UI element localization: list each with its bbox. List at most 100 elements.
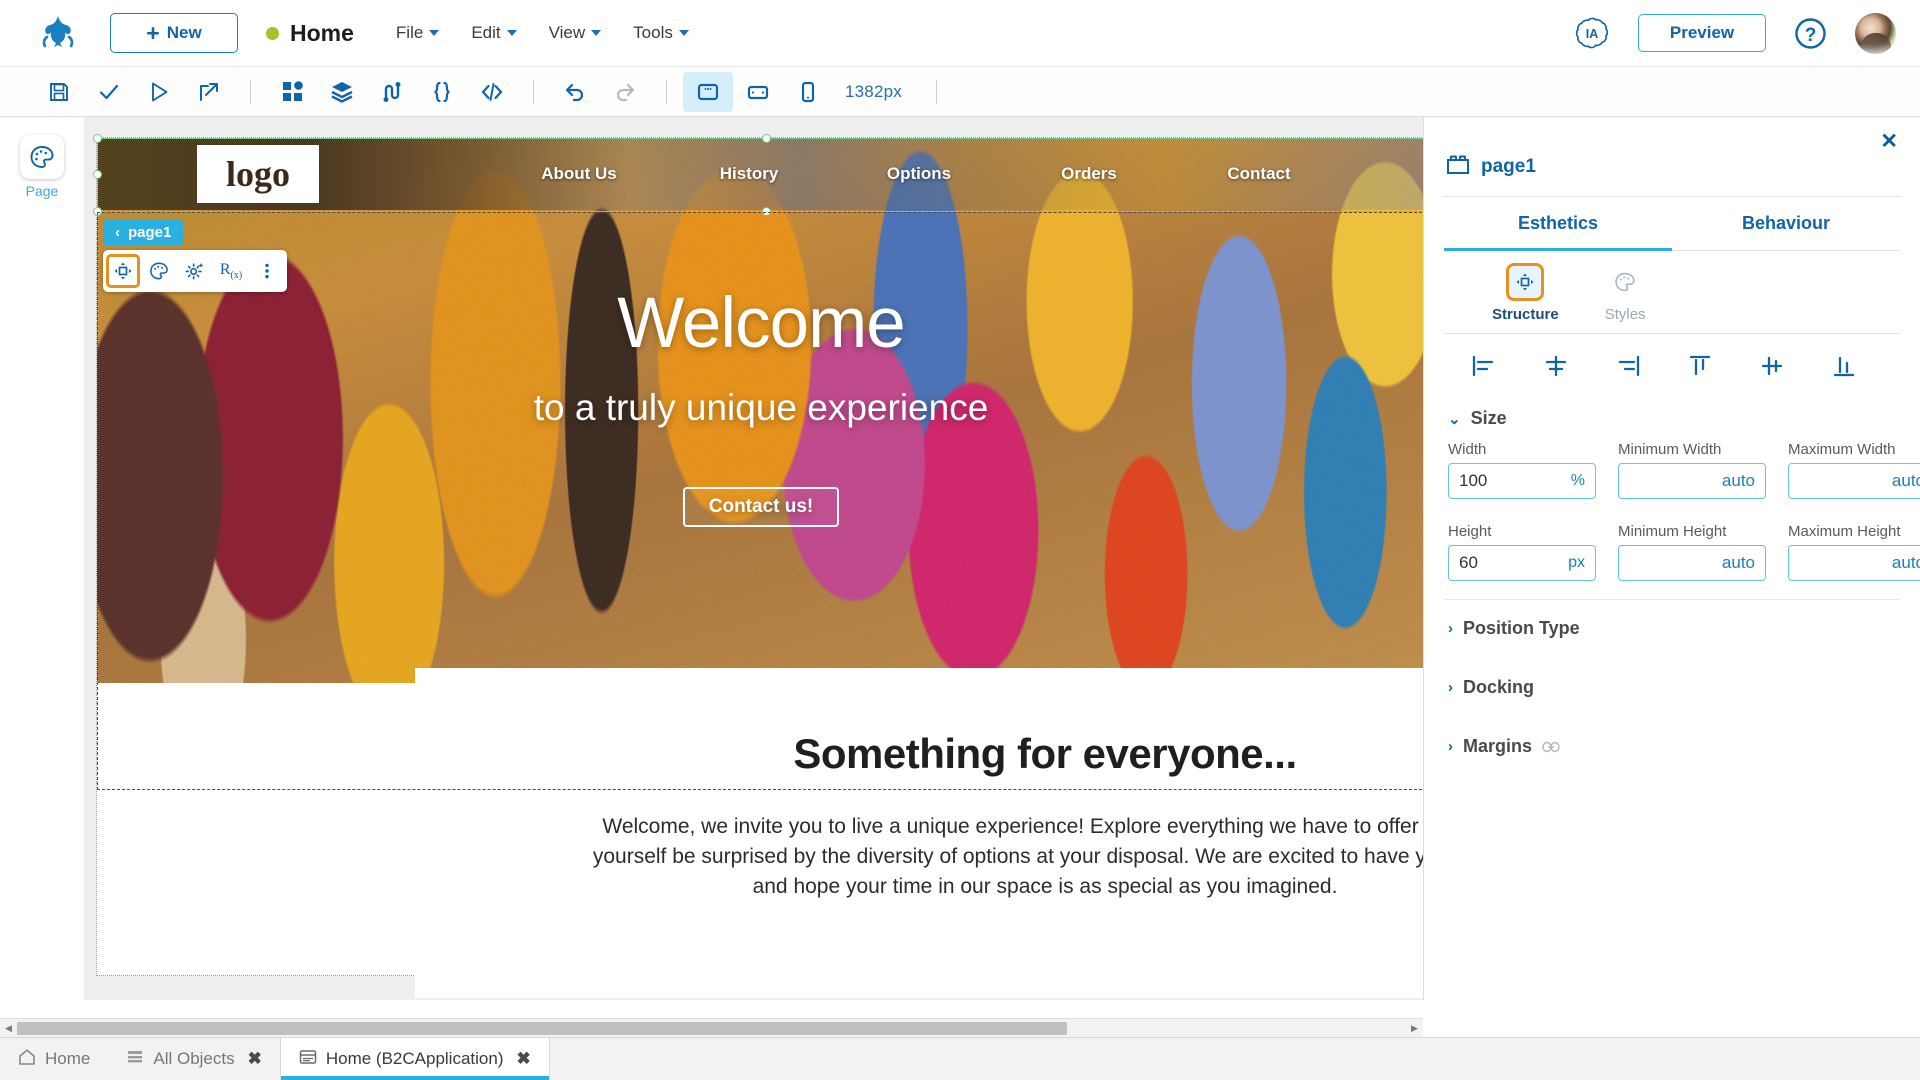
width-unit: % bbox=[1570, 472, 1585, 489]
desktop-icon[interactable] bbox=[683, 71, 733, 112]
selection-chip-page1[interactable]: ‹ page1 bbox=[103, 220, 184, 245]
menu-bar: File Edit View Tools bbox=[396, 23, 689, 43]
section-size-title: Size bbox=[1470, 408, 1507, 428]
max-width-input[interactable]: auto bbox=[1788, 463, 1920, 499]
site-logo[interactable]: logo bbox=[197, 145, 319, 203]
scroll-left-arrow[interactable]: ◀ bbox=[0, 1023, 17, 1034]
bottom-tab-bar: Home All Objects ✖ Home (B2CApplication)… bbox=[0, 1037, 1920, 1080]
link-icon[interactable] bbox=[1542, 741, 1560, 753]
bottom-tab-home-b2capplication[interactable]: Home (B2CApplication) ✖ bbox=[279, 1038, 550, 1080]
width-input[interactable]: 100 % bbox=[1448, 463, 1596, 499]
bottom-tab-all-objects[interactable]: All Objects ✖ bbox=[108, 1038, 280, 1080]
check-icon[interactable] bbox=[84, 72, 134, 112]
home-icon bbox=[18, 1048, 36, 1071]
floating-element-toolbar: R(x) bbox=[103, 250, 287, 292]
chevron-down-icon bbox=[591, 30, 602, 36]
min-width-input[interactable]: auto bbox=[1618, 463, 1766, 499]
close-icon[interactable]: ✖ bbox=[248, 1049, 262, 1069]
save-icon[interactable] bbox=[34, 72, 84, 112]
chevron-right-icon: › bbox=[1448, 679, 1453, 696]
tab-behaviour[interactable]: Behaviour bbox=[1672, 197, 1900, 251]
mobile-icon[interactable] bbox=[783, 72, 833, 112]
nav-link-history[interactable]: History bbox=[664, 164, 834, 184]
hero-contact-button[interactable]: Contact us! bbox=[683, 487, 839, 527]
preview-button[interactable]: Preview bbox=[1638, 14, 1766, 52]
page-status: Home bbox=[266, 20, 354, 47]
nav-link-about-us[interactable]: About Us bbox=[494, 164, 664, 184]
scrollbar-thumb[interactable] bbox=[17, 1021, 1067, 1035]
move-resize-icon[interactable] bbox=[106, 254, 140, 288]
content-card[interactable]: Something for everyone... Welcome, we in… bbox=[415, 668, 1423, 998]
code-icon[interactable] bbox=[467, 72, 517, 112]
chevron-down-icon bbox=[429, 30, 440, 36]
section-margins[interactable]: › Margins bbox=[1424, 704, 1920, 763]
rail-item-page[interactable]: Page bbox=[0, 135, 84, 199]
close-icon[interactable]: ✖ bbox=[517, 1049, 531, 1069]
deploy-icon[interactable] bbox=[184, 72, 234, 112]
undo-icon[interactable] bbox=[550, 72, 600, 112]
menu-tools[interactable]: Tools bbox=[633, 23, 689, 43]
section-docking[interactable]: › Docking bbox=[1424, 645, 1920, 704]
canvas-area[interactable]: logo About Us History Options Orders Con… bbox=[84, 117, 1423, 1000]
question-mark-icon[interactable]: ? bbox=[1794, 17, 1827, 50]
menu-file[interactable]: File bbox=[396, 23, 440, 43]
gear-sparkle-icon[interactable] bbox=[178, 254, 212, 288]
field-max-width: Maximum Width auto bbox=[1788, 441, 1920, 499]
align-left-icon[interactable] bbox=[1448, 348, 1520, 384]
canvas-horizontal-scrollbar[interactable]: ◀ ▶ bbox=[0, 1018, 1423, 1037]
components-icon[interactable] bbox=[267, 72, 317, 112]
field-min-height-label: Minimum Height bbox=[1618, 523, 1727, 540]
field-width-label: Width bbox=[1448, 441, 1487, 458]
section-position-type-title: Position Type bbox=[1463, 618, 1580, 638]
section-size-header[interactable]: ⌄ Size bbox=[1424, 394, 1920, 435]
avatar[interactable] bbox=[1855, 12, 1896, 54]
frog-logo-icon[interactable] bbox=[28, 13, 88, 53]
bottom-tab-home[interactable]: Home bbox=[0, 1038, 108, 1080]
layers-icon[interactable] bbox=[317, 72, 367, 112]
nav-link-options[interactable]: Options bbox=[834, 164, 1004, 184]
top-bar: + New Home File Edit View Tools IA Previ… bbox=[0, 0, 1920, 67]
scroll-right-arrow[interactable]: ▶ bbox=[1406, 1023, 1423, 1034]
tablet-icon[interactable] bbox=[733, 72, 783, 112]
menu-edit-label: Edit bbox=[471, 23, 501, 42]
site-nav-links: About Us History Options Orders Contact bbox=[494, 164, 1423, 184]
chevron-down-icon bbox=[506, 30, 517, 36]
toolbar-divider bbox=[666, 79, 667, 104]
subtab-styles[interactable]: Styles bbox=[1605, 263, 1646, 323]
field-max-height-label: Maximum Height bbox=[1788, 523, 1901, 540]
bottom-tab-home-b2capplication-label: Home (B2CApplication) bbox=[325, 1049, 504, 1068]
rx-formula-icon[interactable]: R(x) bbox=[214, 254, 248, 288]
close-icon[interactable]: ✕ bbox=[1880, 131, 1898, 152]
align-center-horizontal-icon[interactable] bbox=[1520, 348, 1592, 384]
editor-toolbar: 1382px bbox=[0, 67, 1920, 117]
nav-link-orders[interactable]: Orders bbox=[1004, 164, 1174, 184]
menu-edit[interactable]: Edit bbox=[471, 23, 517, 43]
tab-esthetics[interactable]: Esthetics bbox=[1444, 197, 1672, 251]
palette-icon[interactable] bbox=[142, 254, 176, 288]
redo-icon[interactable] bbox=[600, 72, 650, 112]
section-position-type[interactable]: › Position Type bbox=[1424, 600, 1920, 645]
max-height-input[interactable]: auto bbox=[1788, 545, 1920, 581]
more-vertical-icon[interactable] bbox=[250, 254, 284, 288]
align-center-vertical-icon[interactable] bbox=[1736, 348, 1808, 384]
nav-link-contact[interactable]: Contact bbox=[1174, 164, 1344, 184]
menu-view[interactable]: View bbox=[549, 23, 602, 43]
height-input[interactable]: 60 px bbox=[1448, 545, 1596, 581]
align-bottom-icon[interactable] bbox=[1808, 348, 1880, 384]
new-button-label: New bbox=[166, 23, 202, 42]
viewport-width-label[interactable]: 1382px bbox=[845, 82, 902, 102]
page-frame[interactable]: logo About Us History Options Orders Con… bbox=[93, 134, 1423, 998]
subtab-structure[interactable]: Structure bbox=[1492, 263, 1559, 323]
move-resize-icon bbox=[1506, 263, 1545, 301]
min-height-input[interactable]: auto bbox=[1618, 545, 1766, 581]
run-icon[interactable] bbox=[134, 72, 184, 112]
field-height: Height 60 px bbox=[1448, 523, 1596, 581]
align-right-icon[interactable] bbox=[1592, 348, 1664, 384]
ia-badge-icon[interactable]: IA bbox=[1574, 15, 1610, 51]
field-min-width: Minimum Width auto bbox=[1618, 441, 1766, 499]
top-bar-right: IA Preview ? bbox=[1574, 12, 1896, 54]
align-top-icon[interactable] bbox=[1664, 348, 1736, 384]
new-button[interactable]: + New bbox=[110, 13, 238, 53]
braces-icon[interactable] bbox=[417, 72, 467, 112]
data-flow-icon[interactable] bbox=[367, 72, 417, 112]
